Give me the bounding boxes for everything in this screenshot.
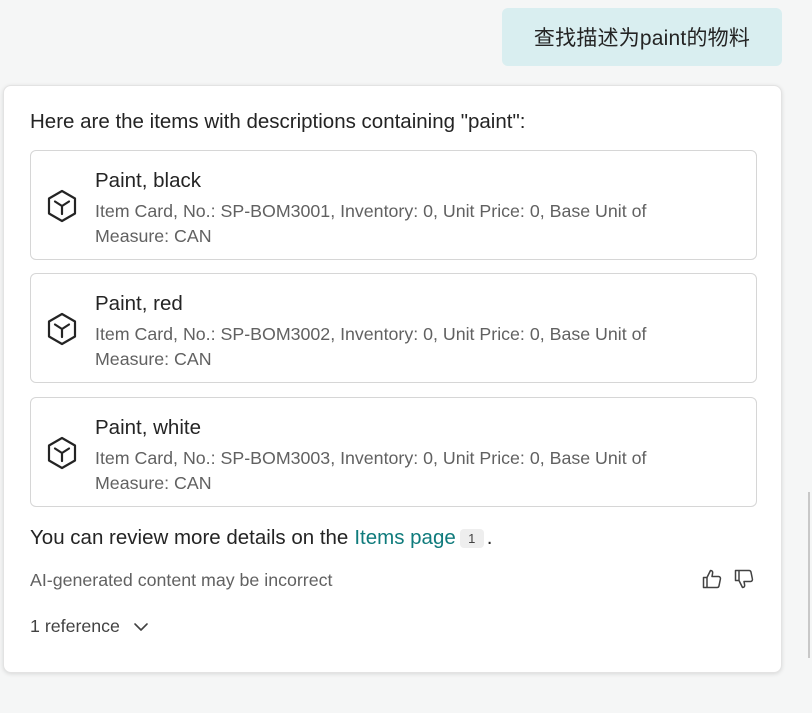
references-toggle[interactable]: 1 reference: [30, 616, 150, 637]
item-description: Item Card, No.: SP-BOM3001, Inventory: 0…: [95, 201, 647, 246]
response-intro: Here are the items with descriptions con…: [30, 110, 526, 133]
references-label: 1 reference: [30, 616, 120, 636]
item-title: Paint, red: [95, 292, 183, 315]
item-card-paint-red[interactable]: Paint, red Item Card, No.: SP-BOM3002, I…: [30, 273, 757, 383]
item-card-paint-white[interactable]: Paint, white Item Card, No.: SP-BOM3003,…: [30, 397, 757, 507]
ai-disclaimer: AI-generated content may be incorrect: [30, 570, 333, 590]
box-icon: [47, 436, 77, 470]
item-description: Item Card, No.: SP-BOM3002, Inventory: 0…: [95, 324, 647, 369]
review-more-line: You can review more details on the Items…: [30, 526, 492, 550]
thumbs-up-icon[interactable]: [700, 567, 724, 591]
box-icon: [47, 189, 77, 223]
box-icon: [47, 312, 77, 346]
thumbs-down-icon[interactable]: [732, 567, 756, 591]
item-title: Paint, white: [95, 416, 201, 439]
scrollbar[interactable]: [808, 492, 810, 658]
assistant-response-card: Here are the items with descriptions con…: [3, 85, 782, 673]
user-message-text: 查找描述为paint的物料: [533, 27, 751, 50]
chevron-down-icon: [134, 622, 148, 631]
citation-badge[interactable]: 1: [459, 528, 484, 548]
item-card-paint-black[interactable]: Paint, black Item Card, No.: SP-BOM3001,…: [30, 150, 757, 260]
item-title: Paint, black: [95, 169, 201, 192]
sentence-period: .: [486, 526, 493, 549]
user-message-bubble: 查找描述为paint的物料: [502, 8, 782, 66]
items-page-link[interactable]: Items page: [354, 526, 455, 550]
review-more-text: You can review more details on the: [30, 526, 349, 549]
item-description: Item Card, No.: SP-BOM3003, Inventory: 0…: [95, 448, 647, 493]
